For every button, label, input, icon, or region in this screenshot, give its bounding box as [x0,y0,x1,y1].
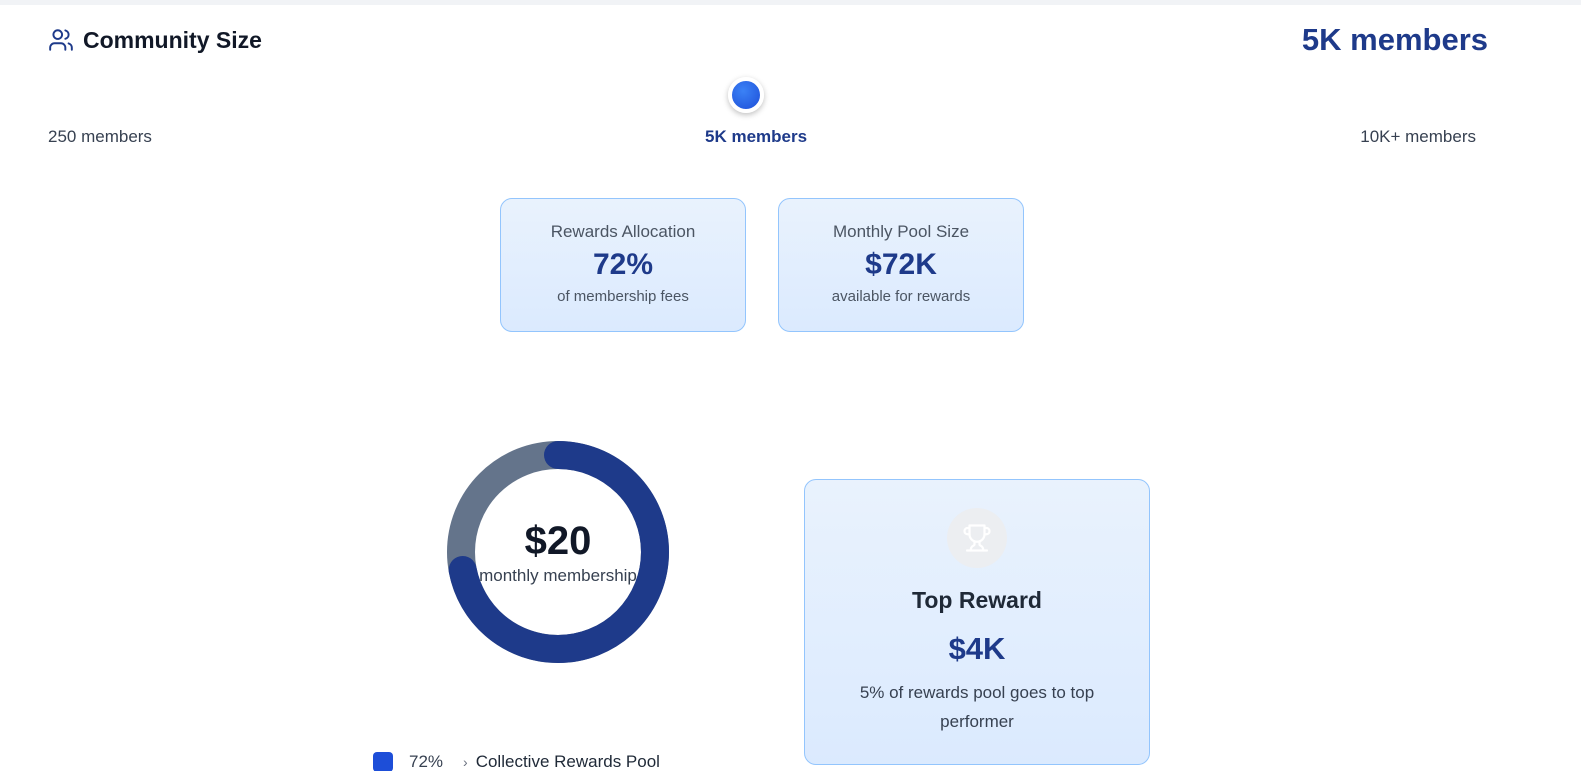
legend-percent: 72% [409,752,444,771]
donut-caption: monthly membership [479,566,637,585]
top-divider [0,0,1581,5]
legend-swatch [373,752,393,771]
header-title-group: Community Size [48,24,262,56]
selected-community-size: 5K members [1301,22,1488,57]
top-reward-card: Top Reward $4K 5% of rewards pool goes t… [804,479,1150,765]
legend-label: Collective Rewards Pool [475,752,660,771]
slider-mid-label[interactable]: 5K members [705,127,807,147]
slider-max-label[interactable]: 10K+ members [1360,127,1476,147]
stat-subtitle: available for rewards [831,288,971,305]
community-rewards-page: Community Size 5K members 250 members 5K… [0,0,1581,771]
section-title: Community Size [83,26,262,53]
trophy-badge [947,508,1007,568]
trophy-icon [963,524,991,552]
donut-price: $20 [524,519,592,563]
stat-title: Rewards Allocation [550,222,696,241]
community-size-slider-thumb[interactable] [728,77,764,113]
reward-description: 5% of rewards pool goes to top performer [859,683,1095,731]
reward-title: Top Reward [912,587,1042,613]
stat-value: $72K [865,248,937,281]
community-size-header: Community Size 5K members [48,22,1488,58]
monthly-pool-size-card: Monthly Pool Size $72K available for rew… [778,198,1024,332]
reward-value: $4K [948,631,1006,666]
stat-subtitle: of membership fees [557,288,689,305]
rewards-allocation-card: Rewards Allocation 72% of membership fee… [500,198,746,332]
stat-title: Monthly Pool Size [832,222,970,241]
stat-value: 72% [592,248,654,281]
users-icon [49,29,73,51]
slider-min-label[interactable]: 250 members [48,127,152,147]
chevron-right-icon: › [463,754,468,770]
legend-item: 72% › Collective Rewards Pool [373,752,660,771]
